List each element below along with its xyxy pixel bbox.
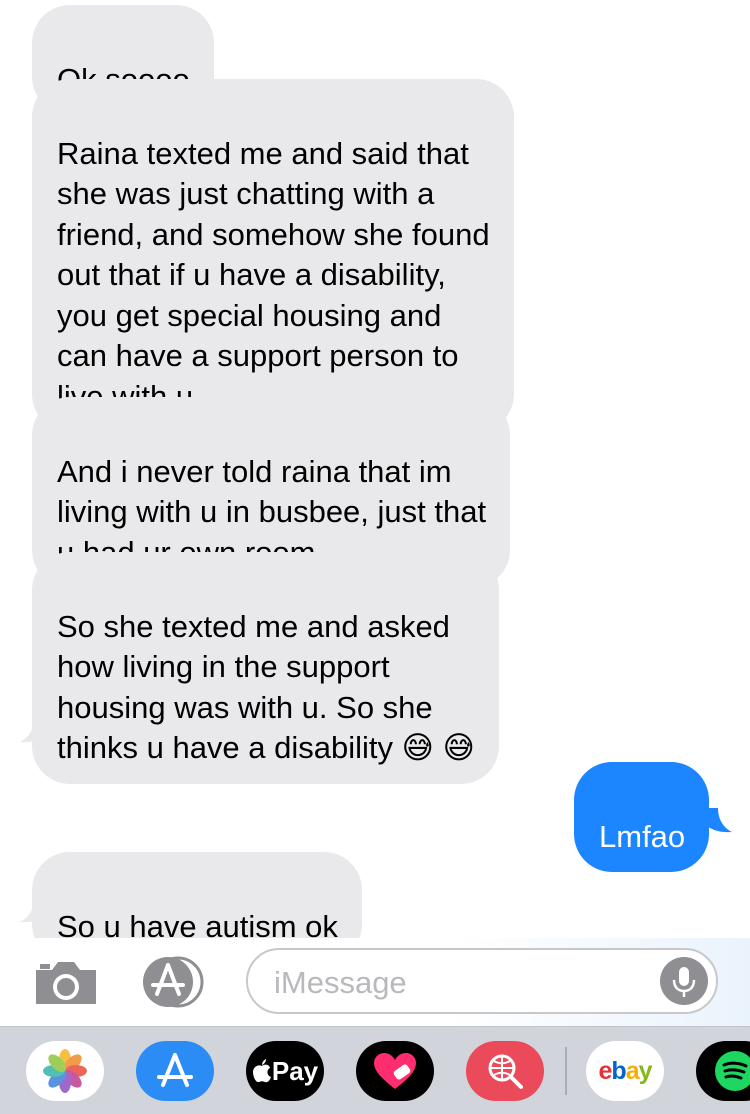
app-store-icon[interactable] <box>138 954 214 1010</box>
message-placeholder: iMessage <box>274 965 407 1000</box>
app-store-icon <box>157 1053 193 1087</box>
message-bubble-incoming[interactable]: Raina texted me and said that she was ju… <box>32 79 514 432</box>
message-input-bar: iMessage <box>0 938 750 1026</box>
bubble-tail-outgoing <box>702 808 732 833</box>
app-drawer: Pay ebay <box>0 1026 750 1114</box>
spotify-icon <box>715 1051 750 1091</box>
bubble-tail-incoming <box>20 898 50 923</box>
photos-app-button[interactable] <box>26 1041 104 1101</box>
message-thread: Ok soooo Raina texted me and said that s… <box>0 0 750 962</box>
message-text: Lmfao <box>599 818 686 854</box>
image-search-app-button[interactable] <box>466 1041 544 1101</box>
message-bubble-outgoing[interactable]: Lmfao <box>574 762 710 872</box>
spotify-app-button[interactable] <box>696 1041 750 1101</box>
digital-touch-app-button[interactable] <box>356 1041 434 1101</box>
message-bubble-incoming[interactable]: So she texted me and asked how living in… <box>32 552 499 784</box>
globe-search-icon <box>488 1054 523 1089</box>
ebay-app-button[interactable]: ebay <box>586 1041 664 1101</box>
apple-pay-label: Pay <box>271 1055 319 1086</box>
app-drawer-divider <box>565 1047 567 1095</box>
message-text: Raina texted me and said that she was ju… <box>57 135 490 414</box>
photos-icon <box>43 1049 87 1093</box>
microphone-button[interactable] <box>660 957 708 1005</box>
apple-pay-app-button[interactable]: Pay <box>246 1041 324 1101</box>
bubble-tail-incoming <box>20 718 50 743</box>
heart-icon <box>374 1053 416 1089</box>
message-input[interactable]: iMessage <box>246 948 718 1014</box>
app-store-app-button[interactable] <box>136 1041 214 1101</box>
microphone-icon <box>672 967 696 997</box>
camera-icon[interactable] <box>32 958 100 1006</box>
message-text: So she texted me and asked how living in… <box>57 608 475 766</box>
apple-logo-icon <box>252 1059 271 1083</box>
ebay-logo: ebay <box>598 1056 653 1085</box>
